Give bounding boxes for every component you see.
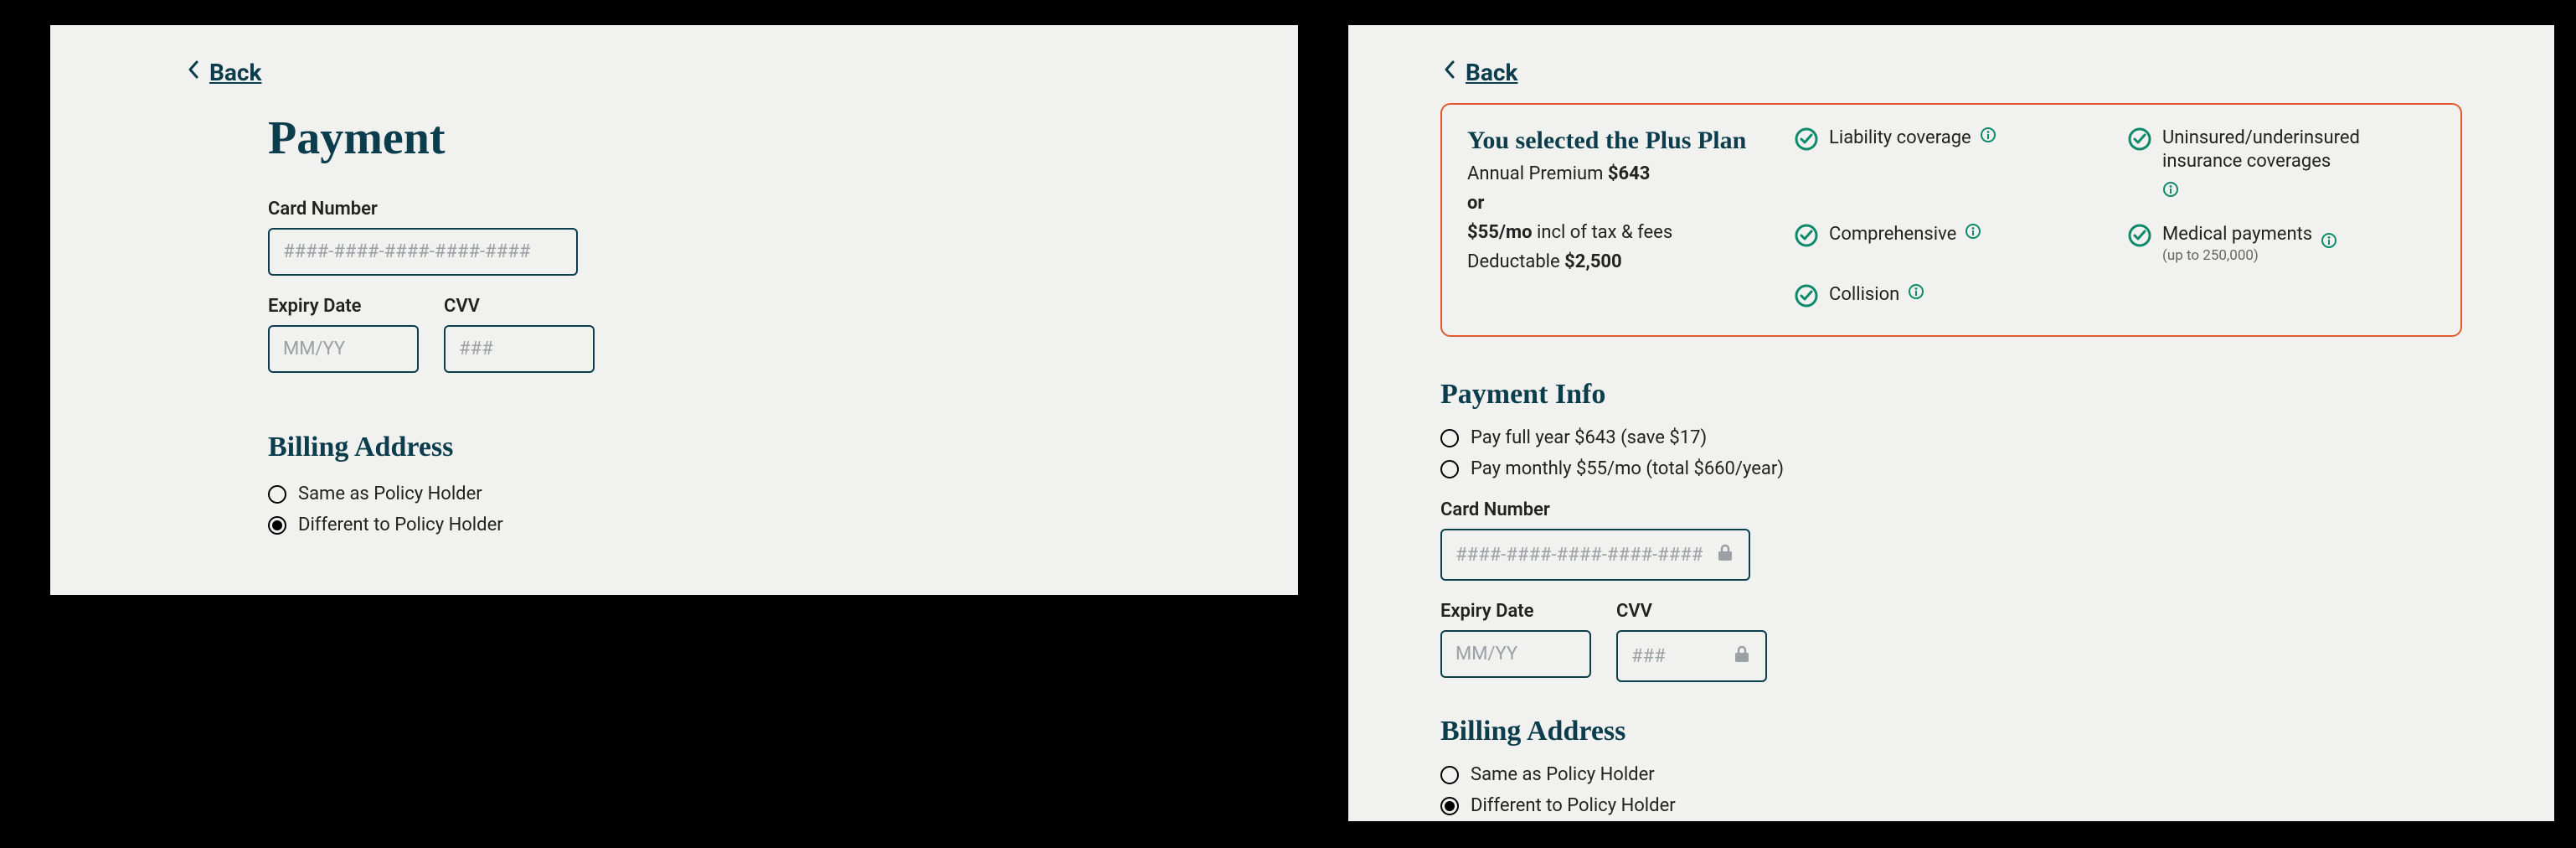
- billing-diff-label: Different to Policy Holder: [1471, 795, 1676, 816]
- deductible: Deductable $2,500: [1467, 251, 1769, 272]
- info-icon[interactable]: [1965, 223, 1981, 246]
- coverage-collision: Collision: [1794, 283, 2102, 313]
- coverage-medical: Medical payments (up to 250,000): [2127, 223, 2435, 266]
- expiry-placeholder: MM/YY: [283, 339, 345, 359]
- lock-icon: [1732, 644, 1752, 669]
- billing-same-label: Same as Policy Holder: [1471, 764, 1655, 785]
- lock-icon: [1715, 542, 1735, 567]
- card-number-label: Card Number: [268, 199, 1298, 220]
- pay-monthly-label: Pay monthly $55/mo (total $660/year): [1471, 458, 1784, 479]
- expiry-input[interactable]: MM/YY: [1440, 630, 1591, 678]
- plan-summary-box: You selected the Plus Plan Annual Premiu…: [1440, 103, 2462, 337]
- plan-title: You selected the Plus Plan: [1467, 127, 1769, 155]
- back-button[interactable]: Back: [1348, 25, 2554, 86]
- annual-premium: Annual Premium $643: [1467, 163, 1769, 184]
- check-circle-icon: [2127, 223, 2152, 253]
- billing-diff-radio[interactable]: Different to Policy Holder: [1440, 795, 2462, 816]
- pay-monthly-radio[interactable]: Pay monthly $55/mo (total $660/year): [1440, 458, 2462, 479]
- chevron-left-icon: [1440, 59, 1459, 86]
- cvv-input[interactable]: ###: [444, 325, 595, 373]
- check-circle-icon: [1794, 223, 1819, 253]
- radio-checked-icon: [268, 516, 286, 535]
- billing-same-radio[interactable]: Same as Policy Holder: [1440, 764, 2462, 785]
- billing-title: Billing Address: [268, 432, 1298, 463]
- check-circle-icon: [1794, 283, 1819, 313]
- coverage-liability: Liability coverage: [1794, 127, 2102, 204]
- cvv-label: CVV: [444, 296, 595, 317]
- coverage-comprehensive: Comprehensive: [1794, 223, 2102, 266]
- expiry-label: Expiry Date: [1440, 601, 1591, 622]
- radio-unchecked-icon: [1440, 766, 1459, 784]
- or-label: or: [1467, 193, 1769, 214]
- expiry-placeholder: MM/YY: [1455, 644, 1517, 664]
- back-label: Back: [209, 59, 261, 86]
- payment-info-title: Payment Info: [1440, 379, 2462, 411]
- cvv-placeholder: ###: [1631, 646, 1666, 667]
- monthly-premium: $55/mo incl of tax & fees: [1467, 222, 1769, 243]
- billing-title: Billing Address: [1440, 716, 2462, 747]
- radio-unchecked-icon: [1440, 460, 1459, 478]
- radio-unchecked-icon: [268, 485, 286, 504]
- payment-screen-full: Back You selected the Plus Plan Annual P…: [1348, 25, 2554, 821]
- card-number-placeholder: ####-####-####-####-####: [1455, 545, 1703, 566]
- card-number-label: Card Number: [1440, 499, 2462, 520]
- cvv-label: CVV: [1616, 601, 1767, 622]
- cvv-input[interactable]: ###: [1616, 630, 1767, 682]
- billing-same-radio[interactable]: Same as Policy Holder: [268, 483, 1298, 504]
- check-circle-icon: [2127, 127, 2152, 157]
- coverage-uninsured: Uninsured/underinsured insurance coverag…: [2127, 127, 2435, 204]
- payment-screen-simple: Back Payment Card Number ####-####-####-…: [50, 25, 1298, 595]
- chevron-left-icon: [184, 59, 203, 86]
- back-button[interactable]: Back: [50, 25, 1298, 86]
- expiry-input[interactable]: MM/YY: [268, 325, 419, 373]
- pay-full-label: Pay full year $643 (save $17): [1471, 427, 1707, 448]
- card-number-input[interactable]: ####-####-####-####-####: [1440, 529, 1750, 581]
- expiry-label: Expiry Date: [268, 296, 419, 317]
- back-label: Back: [1466, 59, 1517, 86]
- radio-checked-icon: [1440, 797, 1459, 815]
- info-icon[interactable]: [1980, 127, 1996, 150]
- card-number-placeholder: ####-####-####-####-####: [283, 241, 530, 262]
- billing-diff-label: Different to Policy Holder: [298, 514, 503, 535]
- cvv-placeholder: ###: [459, 339, 493, 359]
- billing-same-label: Same as Policy Holder: [298, 483, 482, 504]
- pay-full-year-radio[interactable]: Pay full year $643 (save $17): [1440, 427, 2462, 448]
- info-icon[interactable]: [2162, 181, 2179, 204]
- card-number-input[interactable]: ####-####-####-####-####: [268, 228, 578, 276]
- info-icon[interactable]: [2321, 232, 2337, 256]
- check-circle-icon: [1794, 127, 1819, 157]
- info-icon[interactable]: [1908, 283, 1924, 307]
- billing-diff-radio[interactable]: Different to Policy Holder: [268, 514, 1298, 535]
- page-title: Payment: [268, 111, 1298, 165]
- radio-unchecked-icon: [1440, 429, 1459, 447]
